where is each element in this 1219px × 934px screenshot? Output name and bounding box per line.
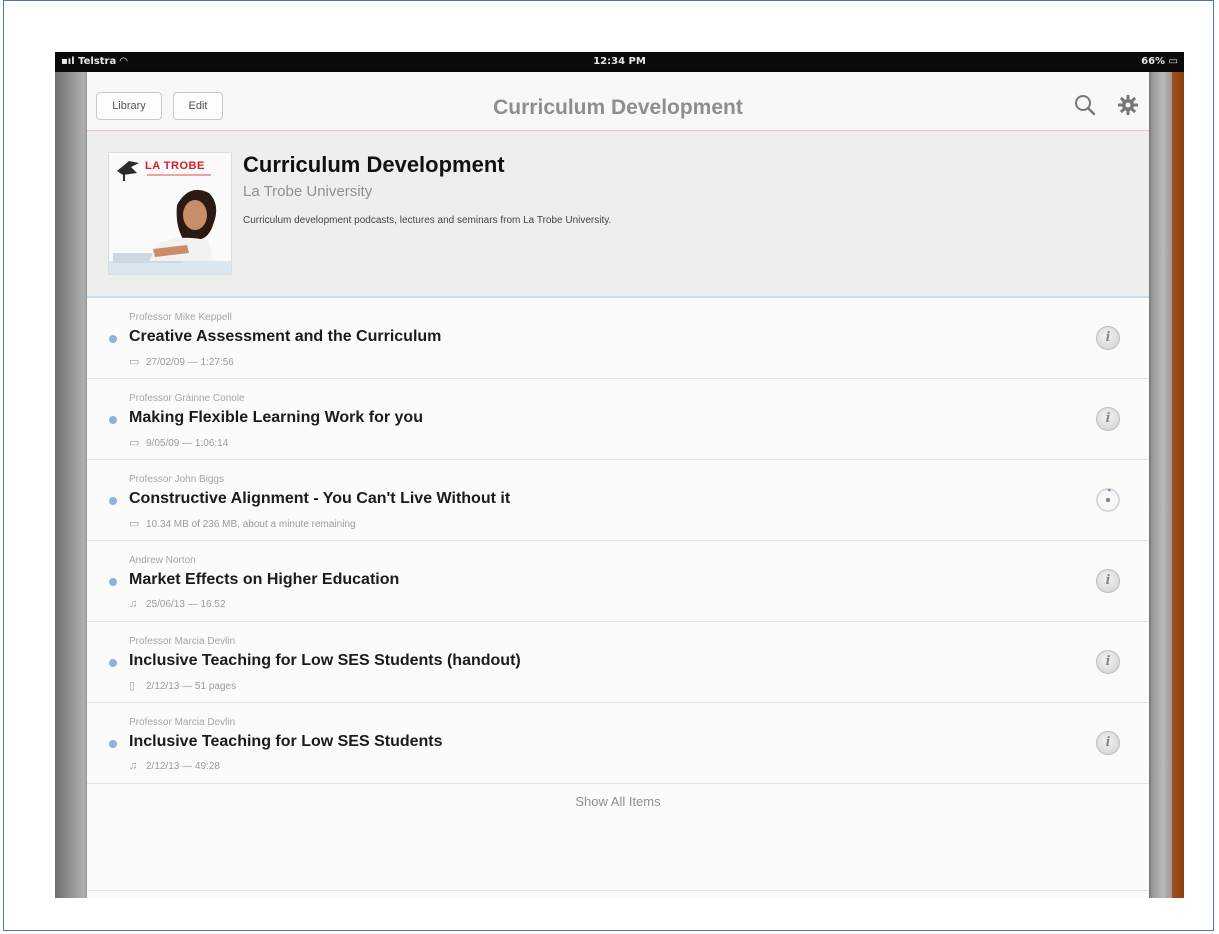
audio-icon: ♫ — [129, 598, 138, 610]
audio-icon: ♫ — [129, 760, 138, 772]
artwork-logo-text: LA TROBE — [145, 160, 205, 172]
episode-row[interactable]: Professor Marcia Devlin Inclusive Teachi… — [87, 622, 1149, 703]
episode-author: Professor Mike Keppell — [129, 312, 232, 323]
unplayed-dot-icon — [109, 578, 117, 586]
episode-title: Inclusive Teaching for Low SES Students … — [129, 652, 521, 669]
podcast-description: Curriculum development podcasts, lecture… — [243, 215, 612, 226]
episode-row[interactable]: Professor John Biggs Constructive Alignm… — [87, 460, 1149, 541]
video-icon: ▭ — [129, 437, 140, 449]
episode-title: Creative Assessment and the Curriculum — [129, 328, 442, 345]
video-icon: ▭ — [129, 518, 140, 530]
ipad-screen: ▪ıl Telstra ◠ 12:34 PM 66% ▭ Library Edi… — [55, 52, 1184, 898]
episode-meta: ▭ 9/05/09 — 1:06:14 — [129, 437, 229, 449]
episode-title: Market Effects on Higher Education — [129, 571, 400, 588]
podcast-artwork[interactable]: LA TROBE — [108, 152, 232, 275]
episode-title: Inclusive Teaching for Low SES Students — [129, 733, 443, 750]
podcast-author: La Trobe University — [243, 183, 373, 200]
unplayed-dot-icon — [109, 740, 117, 748]
gear-icon[interactable] — [1115, 92, 1141, 118]
episode-meta: ♫ 25/06/13 — 16:52 — [129, 598, 226, 610]
artwork-logo-underline — [147, 174, 211, 176]
episode-row[interactable]: Professor Mike Keppell Creative Assessme… — [87, 298, 1149, 379]
unplayed-dot-icon — [109, 659, 117, 667]
podcast-page: Library Edit Curriculum Development LA T… — [87, 72, 1149, 898]
battery-label: 66% ▭ — [1141, 56, 1178, 67]
episode-author: Andrew Norton — [129, 555, 196, 566]
unplayed-dot-icon — [109, 416, 117, 424]
podcast-header: LA TROBE Curriculum Development La Trobe… — [87, 131, 1149, 298]
search-icon[interactable] — [1072, 92, 1098, 118]
download-progress-button[interactable] — [1096, 488, 1120, 512]
info-button[interactable]: i — [1096, 407, 1120, 431]
episode-list: Professor Mike Keppell Creative Assessme… — [87, 298, 1149, 784]
episode-author: Professor Gráinne Conole — [129, 393, 245, 404]
nav-title: Curriculum Development — [493, 96, 743, 119]
info-button[interactable]: i — [1096, 731, 1120, 755]
status-time: 12:34 PM — [593, 56, 646, 67]
episode-title: Making Flexible Learning Work for you — [129, 409, 423, 426]
episode-author: Professor John Biggs — [129, 474, 225, 485]
right-page-edge — [1149, 72, 1184, 898]
episode-meta: ▯ 2/12/13 — 51 pages — [129, 680, 237, 692]
show-all-items-button[interactable]: Show All Items — [87, 794, 1149, 809]
bookshelf-wood — [1172, 72, 1184, 898]
status-bar: ▪ıl Telstra ◠ 12:34 PM 66% ▭ — [55, 52, 1184, 72]
info-button[interactable]: i — [1096, 650, 1120, 674]
navigation-bar: Library Edit Curriculum Development — [87, 72, 1149, 131]
episode-meta: ♫ 2/12/13 — 49:28 — [129, 760, 220, 772]
episode-author: Professor Marcia Devlin — [129, 717, 236, 728]
divider — [87, 890, 1149, 891]
episode-meta: ▭ 27/02/09 — 1:27:56 — [129, 356, 234, 368]
battery-icon: ▭ — [1165, 56, 1178, 67]
info-button[interactable]: i — [1096, 326, 1120, 350]
unplayed-dot-icon — [109, 497, 117, 505]
video-icon: ▭ — [129, 356, 140, 368]
info-button[interactable]: i — [1096, 569, 1120, 593]
document-icon: ▯ — [129, 680, 136, 692]
left-page-edge — [55, 72, 87, 898]
unplayed-dot-icon — [109, 335, 117, 343]
episode-row[interactable]: Professor Marcia Devlin Inclusive Teachi… — [87, 703, 1149, 784]
episode-row[interactable]: Andrew Norton Market Effects on Higher E… — [87, 541, 1149, 622]
podcast-title: Curriculum Development — [243, 152, 505, 177]
episode-meta: ▭ 10.34 MB of 236 MB, about a minute rema… — [129, 518, 356, 530]
episode-author: Professor Marcia Devlin — [129, 636, 236, 647]
episode-row[interactable]: Professor Gráinne Conole Making Flexible… — [87, 379, 1149, 460]
episode-title: Constructive Alignment - You Can't Live … — [129, 490, 511, 507]
stop-icon — [1106, 498, 1110, 502]
screenshot-frame: ▪ıl Telstra ◠ 12:34 PM 66% ▭ Library Edi… — [3, 0, 1214, 931]
